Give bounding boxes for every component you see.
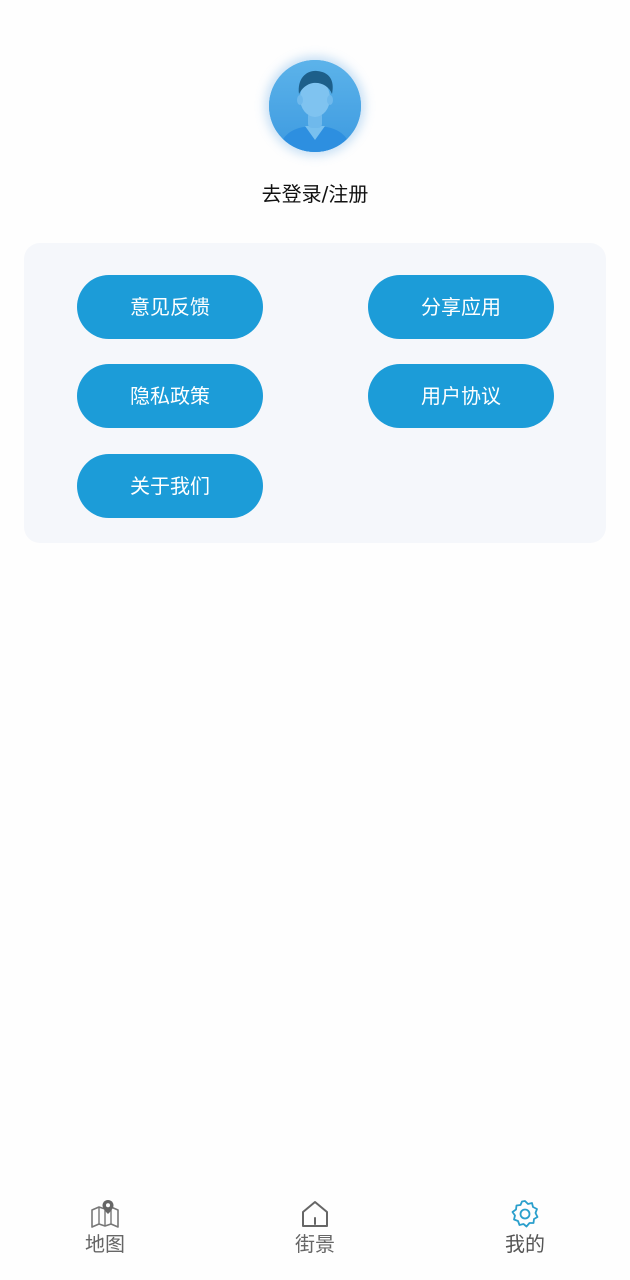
tab-mine[interactable]: 我的 <box>475 1198 575 1270</box>
user-avatar-icon <box>269 60 361 152</box>
gear-icon <box>511 1200 539 1228</box>
avatar[interactable] <box>269 60 361 152</box>
tab-map-label: 地图 <box>85 1232 125 1256</box>
login-register-link[interactable]: 去登录/注册 <box>0 180 630 208</box>
menu-card: 意见反馈 分享应用 隐私政策 用户协议 关于我们 <box>24 243 606 543</box>
share-app-button[interactable]: 分享应用 <box>368 275 554 339</box>
about-us-button[interactable]: 关于我们 <box>77 454 263 518</box>
tab-map[interactable]: 地图 <box>55 1198 155 1270</box>
home-icon <box>302 1201 328 1227</box>
tab-street-view-label: 街景 <box>295 1232 335 1256</box>
feedback-button[interactable]: 意见反馈 <box>77 275 263 339</box>
privacy-policy-button[interactable]: 隐私政策 <box>77 364 263 428</box>
user-agreement-button[interactable]: 用户协议 <box>368 364 554 428</box>
tab-mine-label: 我的 <box>505 1232 545 1256</box>
map-pin-icon <box>91 1200 119 1228</box>
bottom-tab-bar: 地图 街景 我的 <box>0 1190 630 1280</box>
tab-street-view[interactable]: 街景 <box>265 1198 365 1270</box>
